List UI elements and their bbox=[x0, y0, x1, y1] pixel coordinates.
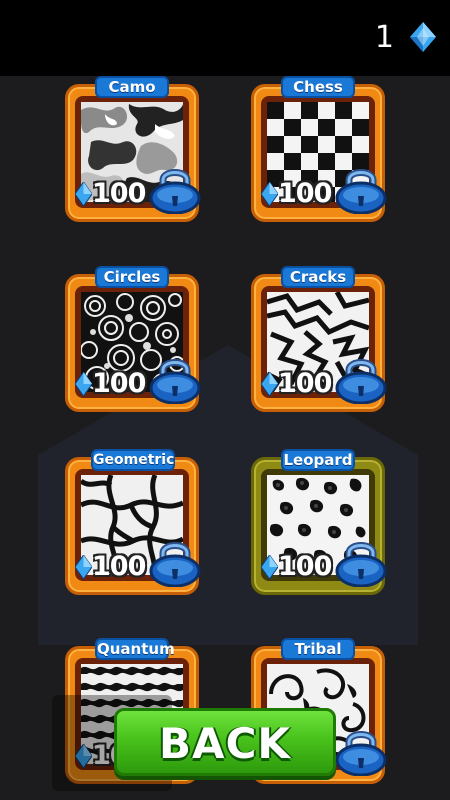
diamond-icon bbox=[261, 372, 278, 396]
diamond-icon bbox=[261, 555, 278, 579]
skin-name-tag: Quantum bbox=[95, 638, 175, 660]
skin-price: 100 bbox=[278, 368, 332, 399]
skin-shop-screen: 1 Camo 100 Chess 100 Circles 100 Cracks … bbox=[0, 0, 450, 800]
padlock-icon bbox=[149, 359, 201, 404]
skin-card-circles[interactable]: Circles 100 bbox=[65, 266, 201, 412]
diamond-icon bbox=[75, 555, 92, 579]
padlock-icon bbox=[335, 359, 387, 404]
skin-price: 100 bbox=[92, 551, 146, 582]
skin-name-tag: Tribal bbox=[281, 638, 355, 660]
skin-card-chess[interactable]: Chess 100 bbox=[251, 76, 387, 222]
skin-price: 100 bbox=[278, 178, 332, 209]
back-button[interactable]: BACK bbox=[114, 708, 336, 776]
skin-name-tag: Camo bbox=[95, 76, 169, 98]
diamond-icon bbox=[75, 182, 92, 206]
diamond-icon bbox=[261, 182, 278, 206]
padlock-icon bbox=[149, 169, 201, 214]
top-bar: 1 bbox=[0, 0, 450, 76]
diamond-icon bbox=[410, 22, 436, 52]
skin-name-tag: Leopard bbox=[281, 449, 355, 471]
skin-card-leopard[interactable]: Leopard 100 bbox=[251, 449, 387, 595]
skin-price: 100 bbox=[278, 551, 332, 582]
padlock-icon bbox=[335, 542, 387, 587]
skin-name-tag: Circles bbox=[95, 266, 169, 288]
skin-name-tag: Geometric bbox=[91, 449, 175, 471]
skin-name-tag: Cracks bbox=[281, 266, 355, 288]
padlock-icon bbox=[335, 731, 387, 776]
padlock-icon bbox=[335, 169, 387, 214]
skin-card-geometric[interactable]: Geometric 100 bbox=[65, 449, 201, 595]
skin-name-tag: Chess bbox=[281, 76, 355, 98]
skin-price: 100 bbox=[92, 368, 146, 399]
padlock-icon bbox=[149, 542, 201, 587]
skin-card-cracks[interactable]: Cracks 100 bbox=[251, 266, 387, 412]
skin-price: 100 bbox=[92, 178, 146, 209]
gem-count: 1 bbox=[374, 20, 394, 55]
back-button-label: BACK bbox=[159, 719, 291, 768]
diamond-icon bbox=[75, 372, 92, 396]
skin-card-camo[interactable]: Camo 100 bbox=[65, 76, 201, 222]
